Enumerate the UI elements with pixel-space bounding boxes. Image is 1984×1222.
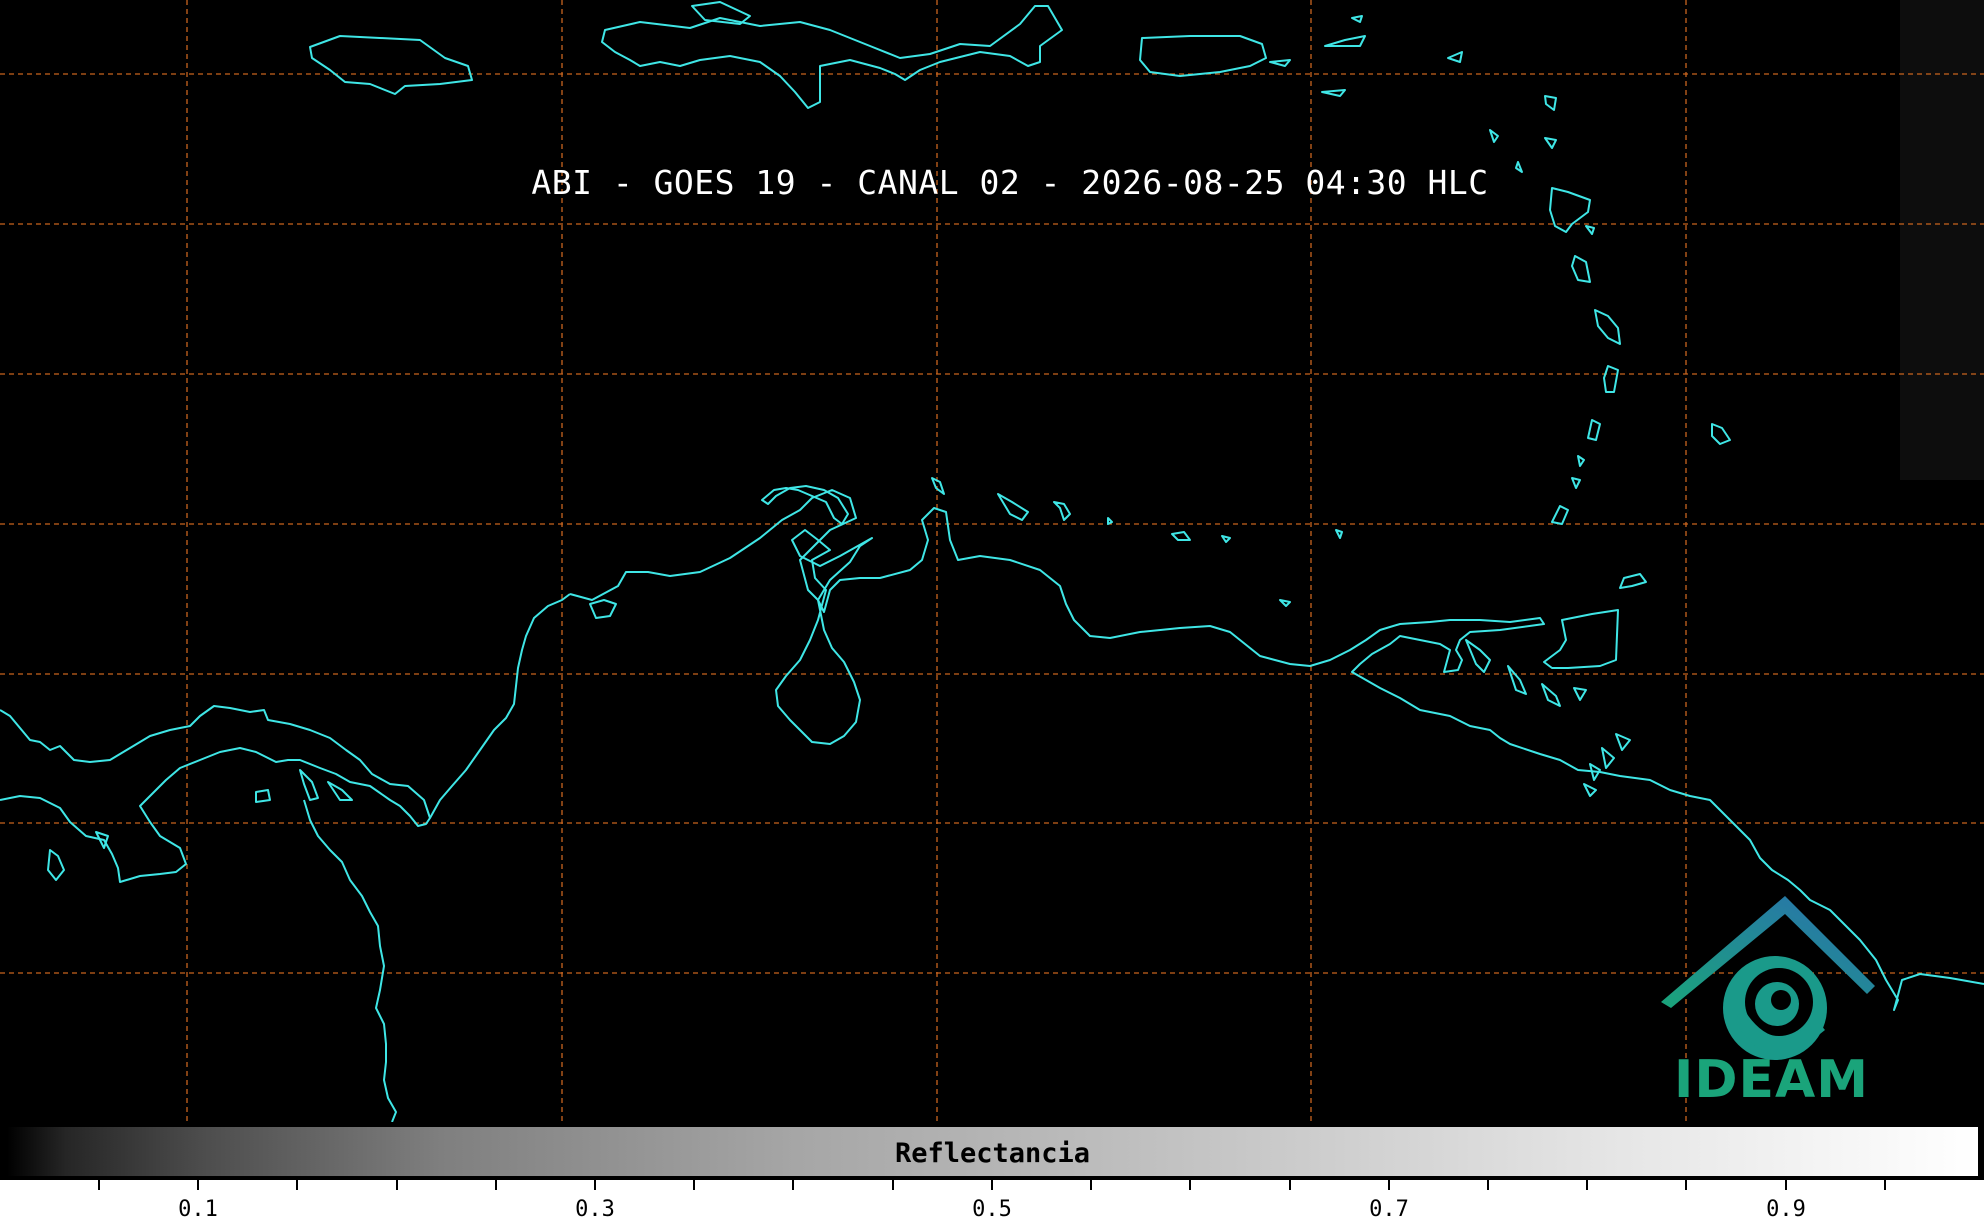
tick-label: 0.9	[1766, 1197, 1806, 1222]
tick-label: 0.3	[575, 1197, 615, 1222]
image-title: ABI - GOES 19 - CANAL 02 - 2026-08-25 04…	[531, 163, 1489, 202]
tick-label: 0.7	[1369, 1197, 1409, 1222]
tick-label: 0.1	[178, 1197, 218, 1222]
ideam-logo-text: IDEAM	[1674, 1050, 1870, 1110]
cloud-texture	[1900, 0, 1984, 480]
colorbar: Reflectancia	[5, 1125, 1980, 1178]
tick-label: 0.5	[972, 1197, 1012, 1222]
colorbar-label: Reflectancia	[894, 1138, 1091, 1169]
satellite-image-panel: ABI - GOES 19 - CANAL 02 - 2026-08-25 04…	[0, 0, 1984, 1222]
